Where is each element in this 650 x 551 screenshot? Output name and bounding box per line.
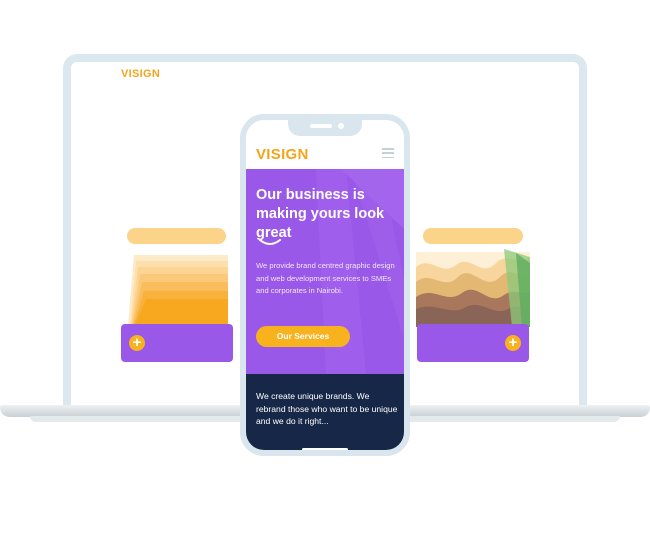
hero-title: Our business is making yours look great bbox=[256, 187, 385, 241]
laptop-logo: VISIGN bbox=[121, 68, 161, 80]
home-indicator[interactable] bbox=[302, 448, 348, 450]
hero-section: Our business is making yours look great … bbox=[246, 169, 404, 374]
menu-icon[interactable] bbox=[382, 148, 394, 159]
right-card-pill bbox=[423, 228, 523, 244]
our-services-button[interactable]: Our Services bbox=[256, 326, 350, 347]
about-section: We create unique brands. We rebrand thos… bbox=[246, 374, 404, 450]
about-text: We create unique brands. We rebrand thos… bbox=[256, 391, 398, 426]
plus-icon[interactable]: + bbox=[129, 335, 145, 351]
phone-notch bbox=[288, 120, 362, 136]
phone-header: VISIGN bbox=[246, 137, 404, 169]
speaker-icon bbox=[310, 124, 332, 128]
brand-logo[interactable]: VISIGN bbox=[256, 146, 309, 163]
plus-icon[interactable]: + bbox=[505, 335, 521, 351]
camera-icon bbox=[338, 123, 344, 129]
left-card-chart bbox=[128, 255, 228, 325]
phone-mockup: VISIGN Our business is making yours look… bbox=[240, 114, 410, 456]
left-card-pill bbox=[127, 228, 226, 244]
right-card-chart bbox=[416, 249, 530, 327]
smile-underline-icon bbox=[259, 239, 281, 245]
hero-description: We provide brand centred graphic design … bbox=[256, 261, 395, 295]
